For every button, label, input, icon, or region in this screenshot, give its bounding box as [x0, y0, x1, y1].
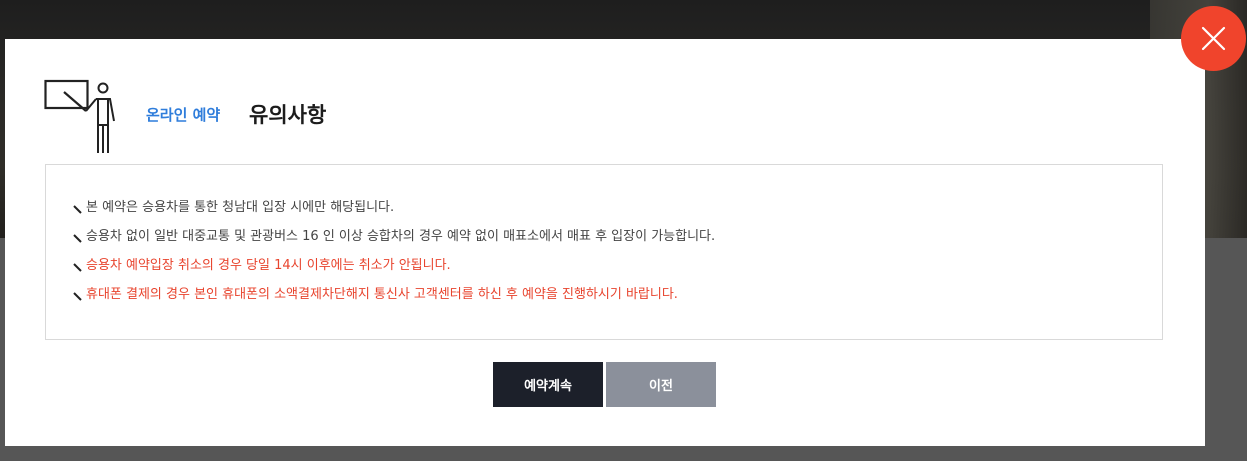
notice-item: 승용차 없이 일반 대중교통 및 관광버스 16 인 이상 승합차의 경우 예약…: [73, 226, 715, 255]
notice-item-warning: 휴대폰 결제의 경우 본인 휴대폰의 소액결제차단해지 통신사 고객센터를 하신…: [73, 284, 715, 313]
modal-header: 온라인 예약 유의사항: [5, 39, 1205, 159]
notice-text: 본 예약은 승용차를 통한 청남대 입장 시에만 해당됩니다.: [86, 200, 395, 215]
close-icon: [1201, 26, 1226, 51]
presenter-board-icon: [44, 79, 115, 153]
notice-box: 본 예약은 승용차를 통한 청남대 입장 시에만 해당됩니다. 승용차 없이 일…: [45, 164, 1163, 340]
notice-text: 휴대폰 결제의 경우 본인 휴대폰의 소액결제차단해지 통신사 고객센터를 하신…: [86, 287, 678, 302]
continue-reservation-button[interactable]: 예약계속: [493, 362, 603, 407]
notice-text: 승용차 예약입장 취소의 경우 당일 14시 이후에는 취소가 안됩니다.: [86, 258, 451, 273]
diagonal-bullet-icon: [73, 292, 82, 301]
diagonal-bullet-icon: [73, 234, 82, 243]
notice-item: 본 예약은 승용차를 통한 청남대 입장 시에만 해당됩니다.: [73, 197, 715, 226]
diagonal-bullet-icon: [73, 263, 82, 272]
notice-modal: 온라인 예약 유의사항 본 예약은 승용차를 통한 청남대 입장 시에만 해당됩…: [5, 39, 1205, 446]
diagonal-bullet-icon: [73, 205, 82, 214]
notice-item-warning: 승용차 예약입장 취소의 경우 당일 14시 이후에는 취소가 안됩니다.: [73, 255, 715, 284]
notice-text: 승용차 없이 일반 대중교통 및 관광버스 16 인 이상 승합차의 경우 예약…: [86, 229, 716, 244]
notice-list: 본 예약은 승용차를 통한 청남대 입장 시에만 해당됩니다. 승용차 없이 일…: [73, 197, 715, 313]
modal-subtitle: 온라인 예약: [146, 106, 221, 124]
modal-title: 유의사항: [249, 103, 327, 127]
previous-button[interactable]: 이전: [606, 362, 716, 407]
close-button[interactable]: [1181, 6, 1246, 71]
